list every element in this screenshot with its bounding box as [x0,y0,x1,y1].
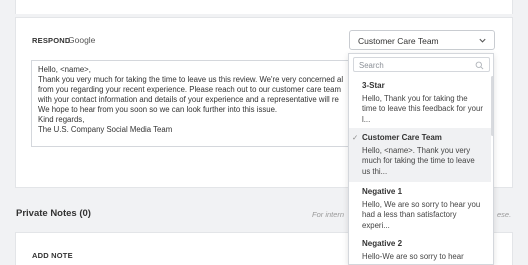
reply-line: The U.S. Company Social Media Team [38,125,173,134]
option-title: Negative 2 [362,239,403,248]
reply-line: with your contact information and detail… [38,95,339,104]
checkmark-icon: ✓ [352,133,359,142]
private-notes-hint: For intern [312,210,345,219]
reply-line: Hello, <name>, [38,65,91,74]
dropdown-option-negative-1[interactable]: Negative 1 Hello, We are so sorry to hea… [349,182,491,234]
dropdown-scrollbar[interactable] [491,76,493,136]
option-title: Customer Care Team [362,133,442,142]
dropdown-option-negative-2[interactable]: Negative 2 Hello-We are so sorry to hear [349,234,491,264]
dropdown-option-3-star[interactable]: 3-Star Hello, Thank you for taking the t… [349,76,491,128]
app-frame: RESPOND Google Customer Care Team Hello,… [0,0,528,265]
add-note-label: ADD NOTE [32,251,73,260]
dropdown-search-input[interactable]: Search [353,57,490,72]
option-preview: Hello, We are so sorry to hear you had a… [362,200,481,230]
dropdown-option-customer-care-team[interactable]: ✓ Customer Care Team Hello, <name>. Than… [349,128,491,182]
chevron-down-icon [479,38,486,43]
private-notes-title: Private Notes (0) [16,208,91,219]
reply-line: Thank you very much for taking the time … [38,75,344,84]
top-card-edge [15,0,513,14]
option-preview: Hello-We are so sorry to hear [362,252,464,261]
search-placeholder: Search [359,61,384,70]
search-icon [475,61,484,70]
google-platform-label: Google [68,35,96,45]
reply-line: from you regarding your recent experienc… [38,85,341,94]
template-dropdown-menu: Search 3-Star Hello, Thank you for takin… [348,53,494,265]
template-select-value: Customer Care Team [358,36,439,46]
template-select[interactable]: Customer Care Team [349,30,495,50]
option-title: Negative 1 [362,187,403,196]
reply-line: We hope to hear from you soon so we can … [38,105,278,114]
respond-label: RESPOND [32,36,71,45]
option-preview: Hello, Thank you for taking the time to … [362,94,483,124]
option-title: 3-Star [362,81,385,90]
reply-line: Kind regards, [38,115,85,124]
option-preview: Hello, <name>. Thank you very much for t… [362,146,475,176]
private-notes-hint-tail: ese. [497,210,512,219]
reply-textarea[interactable]: Hello, <name>, Thank you very much for t… [31,60,351,147]
